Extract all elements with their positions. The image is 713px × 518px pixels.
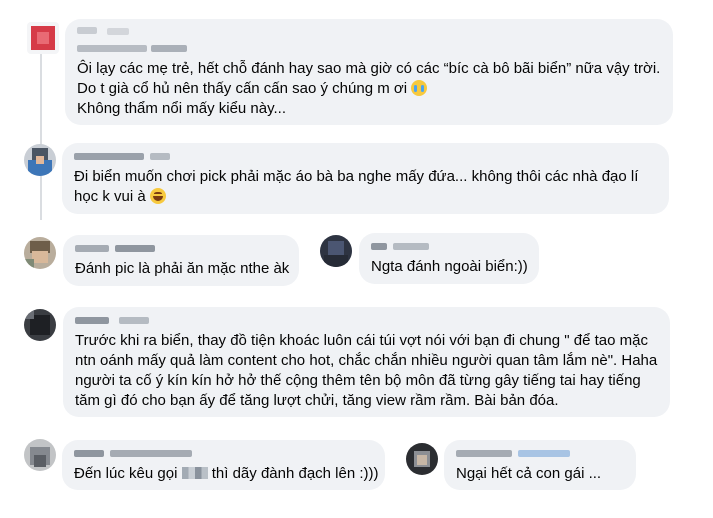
comment-bubble: Đánh pic là phải ăn mặc nthe àk [63,235,299,286]
commenter-name-blurred[interactable] [77,27,97,34]
comment-text: Đến lúc kêu gọi thì dãy đành đạch lên :)… [74,464,379,484]
commenter-name-blurred[interactable] [456,450,512,457]
avatar[interactable] [24,237,56,269]
avatar[interactable] [24,439,56,471]
avatar[interactable] [406,443,438,475]
avatar[interactable] [27,22,59,54]
comment-bubble: Ngta đánh ngoài biển:)) [359,233,539,284]
commenter-name-blurred[interactable] [74,153,144,160]
comment-bubble: Đến lúc kêu gọi thì dãy đành đạch lên :)… [62,440,385,490]
comment-text: Do t già cổ hủ nên thấy cấn cấn sao ý ch… [77,79,428,99]
commenter-name-blurred[interactable] [115,245,155,252]
blurred-mention [181,467,208,479]
comment-text: học k vui à [74,187,166,207]
comment-text: Ngại hết cả con gái ... [456,465,602,482]
commenter-name-blurred[interactable] [77,45,147,52]
comment-text: Ôi lạy các mẹ trẻ, hết chỗ đánh hay sao … [77,60,661,77]
comment-bubble: Ôi lạy các mẹ trẻ, hết chỗ đánh hay sao … [65,19,673,125]
avatar[interactable] [24,144,56,176]
comment-bubble: Đi biển muốn chơi pick phải mặc áo bà ba… [62,143,669,214]
comment-text: tăm gì đó cho bạn ấy để tăng lượt chửi, … [75,392,559,409]
commenter-name-blurred[interactable] [393,243,429,250]
comment-text: ntn oánh mấy quả làm content cho hot, ch… [75,352,658,369]
commenter-name-blurred[interactable] [518,450,570,457]
comment-thread: Ôi lạy các mẹ trẻ, hết chỗ đánh hay sao … [0,0,713,518]
comment-text: Không thẩm nổi mấy kiểu này... [77,100,287,117]
comment-text: Đánh pic là phải ăn mặc nthe àk [75,260,290,277]
comment-text-segment: học k vui à [74,188,146,205]
commenter-name-blurred[interactable] [150,153,170,160]
crying-face-icon [411,80,428,96]
grinning-face-icon [149,188,166,204]
comment-bubble: Trước khi ra biển, thay đồ tiện khoác lu… [63,307,670,417]
comment-text-segment: thì dãy đành đạch lên :))) [207,465,379,482]
comment-text-segment: Do t già cổ hủ nên thấy cấn cấn sao ý ch… [77,80,408,97]
commenter-name-blurred[interactable] [75,245,109,252]
comment-bubble: Ngại hết cả con gái ... [444,440,636,490]
avatar[interactable] [320,235,352,267]
commenter-name-blurred[interactable] [75,317,109,324]
comment-text: Trước khi ra biển, thay đồ tiện khoác lu… [75,332,648,349]
thread-line [40,54,42,220]
avatar[interactable] [24,309,56,341]
commenter-name-blurred[interactable] [371,243,387,250]
commenter-name-blurred[interactable] [107,28,129,35]
comment-text: người ta cố ý kín kín hở hở thế cộng thê… [75,372,641,389]
commenter-name-blurred[interactable] [151,45,187,52]
commenter-name-blurred[interactable] [74,450,104,457]
commenter-name-blurred[interactable] [110,450,192,457]
comment-text: Ngta đánh ngoài biển:)) [371,258,528,275]
commenter-name-blurred[interactable] [119,317,149,324]
comment-text: Đi biển muốn chơi pick phải mặc áo bà ba… [74,168,639,185]
comment-text-segment: Đến lúc kêu gọi [74,465,182,482]
